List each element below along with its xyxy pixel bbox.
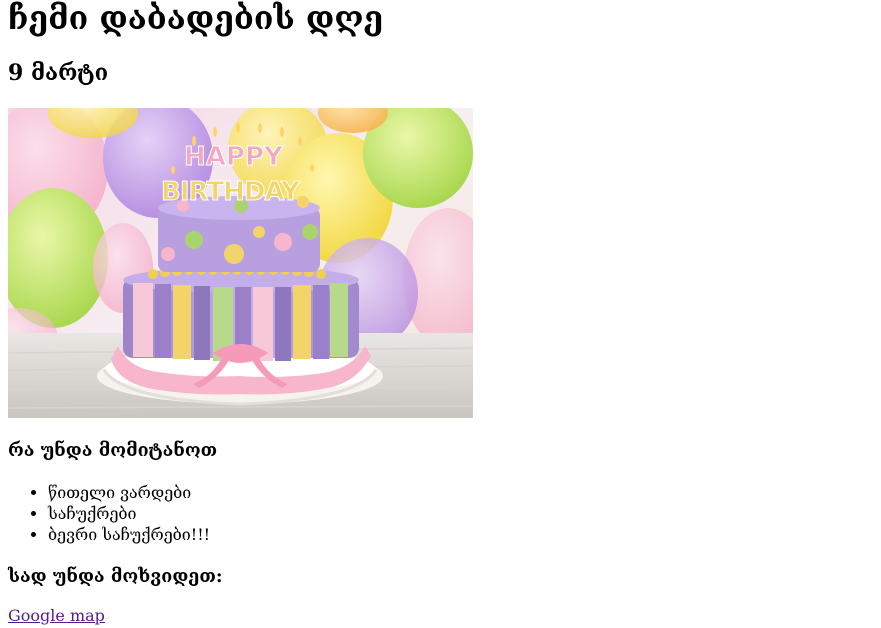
birthday-cake-image: HAPPY BIRTHDAY xyxy=(8,108,473,418)
what-to-bring-heading: რა უნდა მომიტანოთ xyxy=(8,440,218,461)
list-item: წითელი ვარდები xyxy=(48,482,210,503)
list-item: საჩუქრები xyxy=(48,503,210,524)
candle-bottom-text: BIRTHDAY xyxy=(161,177,301,207)
where-to-come-heading: სად უნდა მოხვიდეთ: xyxy=(8,566,223,587)
list-item: ბევრი საჩუქრები!!! xyxy=(48,524,210,545)
google-map-link[interactable]: Google map xyxy=(8,605,105,626)
page-content: ჩემი დაბადების დღე 9 მარტი HAPPY BIRTHDA… xyxy=(8,0,881,628)
gift-list: წითელი ვარდები საჩუქრები ბევრი საჩუქრები… xyxy=(8,482,210,545)
event-date: 9 მარტი xyxy=(8,60,109,86)
page-title: ჩემი დაბადების დღე xyxy=(8,0,384,37)
candle-top-text: HAPPY xyxy=(184,142,284,172)
